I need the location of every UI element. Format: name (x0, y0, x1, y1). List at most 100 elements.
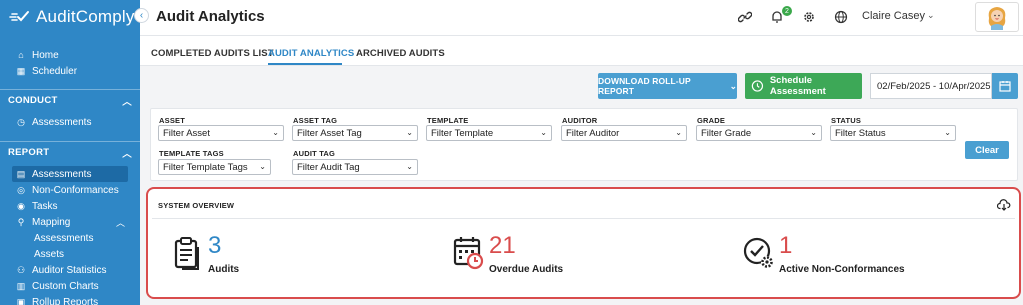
users-icon: ⚇ (16, 264, 26, 275)
asset-tag-filter-select[interactable]: Filter Asset Tag ⌄ (292, 125, 418, 141)
sidebar-item-label: Assessments (34, 232, 94, 244)
sidebar-collapse-button[interactable]: ‹ (134, 8, 149, 23)
sidebar-subitem-assets[interactable]: Assets (0, 246, 140, 262)
globe-icon[interactable] (833, 9, 849, 25)
tab-completed-audits-list[interactable]: COMPLETED AUDITS LIST (151, 48, 274, 59)
sidebar-item-tasks[interactable]: ◉ Tasks (0, 198, 140, 214)
clock-icon: ◷ (17, 116, 25, 127)
divider (152, 218, 1015, 219)
target-icon: ◎ (17, 184, 25, 195)
button-label: Schedule Assessment (769, 75, 826, 97)
sidebar-item-scheduler[interactable]: ▦ Scheduler (0, 63, 140, 79)
sidebar-item-mapping[interactable]: ⚲ Mapping ︿ (0, 214, 140, 230)
link-icon[interactable] (737, 9, 753, 25)
template-tags-filter-select[interactable]: Filter Template Tags ⌄ (158, 159, 271, 175)
stat-value: 1 (779, 232, 793, 259)
sidebar-item-label: Assets (34, 248, 65, 260)
calendar-button[interactable] (992, 73, 1018, 99)
avatar[interactable] (975, 2, 1019, 32)
calendar-clock-icon (453, 237, 484, 270)
stat-label: Overdue Audits (489, 264, 564, 275)
chevron-up-icon: ︿ (122, 148, 132, 160)
sidebar-item-report-assessments[interactable]: ▤ Assessments (12, 166, 128, 182)
grade-filter-select[interactable]: Filter Grade ⌄ (696, 125, 822, 141)
sidebar-item-custom-charts[interactable]: ▥ Custom Charts (0, 278, 140, 294)
sidebar-item-conduct-assessments[interactable]: ◷ Assessments (0, 114, 140, 130)
section-title: CONDUCT (8, 95, 58, 106)
template-filter-select[interactable]: Filter Template ⌄ (426, 125, 552, 141)
brand-name: AuditComply (36, 7, 135, 26)
sidebar: AuditComply ⌂ Home ▦ Scheduler CONDUCT ︿… (0, 0, 140, 305)
select-value: Filter Asset Tag (297, 127, 362, 139)
download-rollup-report-button[interactable]: DOWNLOAD ROLL-UP REPORT ⌄ (598, 73, 737, 99)
gear-icon[interactable] (801, 9, 817, 25)
home-icon: ⌂ (18, 50, 24, 60)
tab-archived-audits[interactable]: ARCHIVED AUDITS (356, 48, 445, 59)
section-report[interactable]: REPORT ︿ (0, 141, 140, 163)
auditor-filter-select[interactable]: Filter Auditor ⌄ (561, 125, 687, 141)
sidebar-item-label: Mapping (32, 216, 71, 228)
chevron-down-icon: ⌄ (810, 128, 817, 137)
sidebar-item-label: Non-Conformances (32, 184, 119, 196)
list-icon: ▤ (16, 168, 26, 179)
stat-value: 21 (489, 232, 516, 259)
calendar-icon (999, 81, 1011, 92)
asset-filter-select[interactable]: Filter Asset ⌄ (158, 125, 284, 141)
page-title: Audit Analytics (156, 8, 265, 25)
sidebar-subitem-assessments[interactable]: Assessments (0, 230, 140, 246)
calendar-icon: ▦ (16, 65, 26, 76)
chevron-down-icon: ⌄ (259, 162, 266, 171)
clipboard-icon (174, 237, 199, 270)
active-tab-indicator (268, 63, 342, 65)
sidebar-item-label: Tasks (32, 200, 58, 212)
user-name[interactable]: Claire Casey (862, 10, 925, 22)
status-filter-select[interactable]: Filter Status ⌄ (830, 125, 956, 141)
schedule-assessment-button[interactable]: Schedule Assessment (745, 73, 862, 99)
section-title: REPORT (8, 147, 50, 158)
filter-label-status: STATUS (831, 116, 862, 125)
section-conduct[interactable]: CONDUCT ︿ (0, 89, 140, 111)
stat-label: Audits (208, 264, 240, 275)
select-value: Filter Template (431, 127, 494, 139)
tab-audit-analytics[interactable]: AUDIT ANALYTICS (268, 48, 354, 59)
sidebar-item-label: Rollup Reports (32, 296, 99, 305)
chevron-down-icon: ⌄ (729, 80, 737, 91)
filter-label-audit-tag: AUDIT TAG (293, 149, 336, 158)
notification-badge: 2 (782, 6, 792, 16)
stat-label: Active Non-Conformances (779, 264, 905, 275)
audit-tag-filter-select[interactable]: Filter Audit Tag ⌄ (292, 159, 418, 175)
filter-label-asset-tag: ASSET TAG (293, 116, 338, 125)
clock-icon (751, 80, 764, 92)
chevron-down-icon: ⌄ (272, 128, 279, 137)
chevron-up-icon: ︿ (122, 96, 132, 108)
system-overview-panel: SYSTEM OVERVIEW 3 Audits 21 Overdue Audi… (146, 187, 1021, 299)
report-icon: ▣ (16, 296, 26, 305)
sidebar-item-auditor-statistics[interactable]: ⚇ Auditor Statistics (0, 262, 140, 278)
sidebar-item-rollup-reports[interactable]: ▣ Rollup Reports (0, 294, 140, 305)
check-circle-icon: ◉ (17, 200, 25, 211)
filter-label-asset: ASSET (159, 116, 186, 125)
select-value: Filter Audit Tag (297, 161, 360, 173)
tab-bar: COMPLETED AUDITS LIST AUDIT ANALYTICS AR… (140, 36, 1023, 66)
chart-icon: ▥ (16, 280, 26, 291)
top-header: Audit Analytics 2 Claire Casey ⌄ (140, 0, 1023, 36)
select-value: Filter Template Tags (163, 161, 248, 173)
chevron-down-icon: ⌄ (406, 128, 413, 137)
sidebar-item-home[interactable]: ⌂ Home (0, 47, 140, 63)
select-value: Filter Status (835, 127, 886, 139)
brand[interactable]: AuditComply (0, 0, 140, 34)
cloud-download-icon[interactable] (997, 199, 1011, 211)
date-range-input[interactable]: 02/Feb/2025 - 10/Apr/2025 (870, 73, 992, 99)
stat-value: 3 (208, 232, 222, 259)
avatar-image (988, 7, 1006, 30)
select-value: Filter Grade (701, 127, 752, 139)
sidebar-item-non-conformances[interactable]: ◎ Non-Conformances (0, 182, 140, 198)
chevron-down-icon[interactable]: ⌄ (927, 10, 935, 21)
chevron-down-icon: ⌄ (406, 162, 413, 171)
clear-filters-button[interactable]: Clear (965, 141, 1009, 159)
sidebar-item-label: Assessments (32, 168, 92, 180)
logo-icon (9, 11, 29, 22)
section-title: SYSTEM OVERVIEW (158, 201, 235, 210)
map-pin-icon: ⚲ (17, 216, 25, 227)
chevron-up-icon: ︿ (116, 217, 126, 228)
